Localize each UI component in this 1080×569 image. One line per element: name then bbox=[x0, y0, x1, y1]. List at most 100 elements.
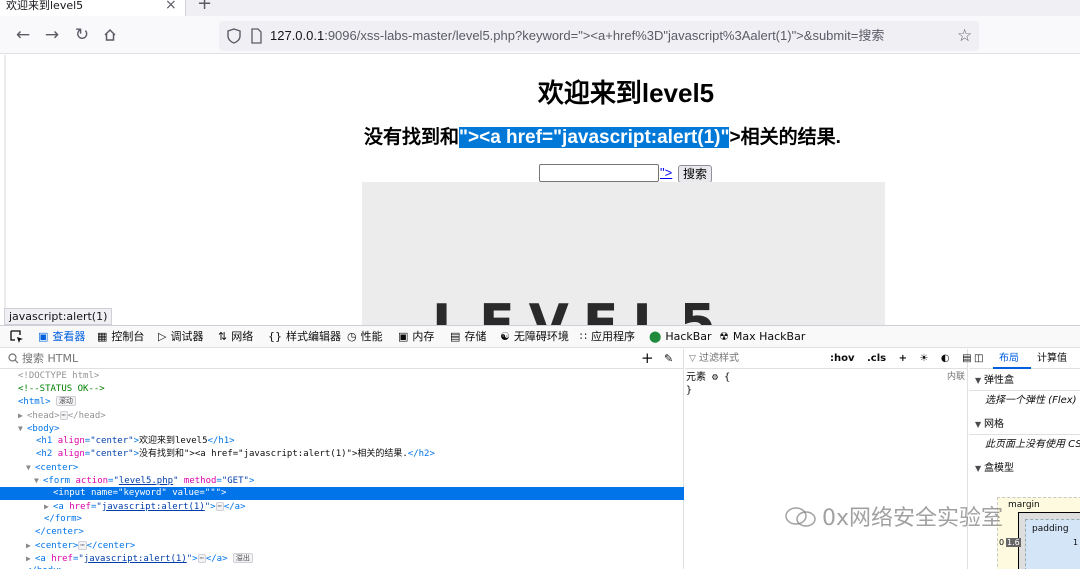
expand-triangle-icon[interactable]: ▶ bbox=[18, 409, 27, 422]
tab-max-hackbar[interactable]: ☢ Max HackBar bbox=[719, 328, 805, 346]
tab-storage[interactable]: ▤ 存储 bbox=[450, 328, 486, 346]
tree-row-form[interactable]: ▼ <form action="level5.php" method="GET"> bbox=[0, 474, 684, 487]
add-node-icon[interactable]: + bbox=[641, 349, 654, 367]
tab-computed[interactable]: 计算值 bbox=[1037, 351, 1067, 367]
tree-row-anchor-2[interactable]: ▶ <a href="javascript:alert(1)"> ⋯ </a> 溢出 bbox=[0, 552, 684, 565]
cls-toggle[interactable]: .cls bbox=[867, 353, 886, 364]
doctype-text: <!DOCTYPE html> bbox=[18, 371, 100, 381]
overflow-badge[interactable]: 溢出 bbox=[232, 553, 253, 563]
home-icon[interactable] bbox=[100, 25, 120, 45]
input-name-value: keyword bbox=[123, 488, 162, 498]
tree-row-comment[interactable]: <!--STATUS OK--> bbox=[0, 383, 684, 396]
html-search-placeholder: 搜索 HTML bbox=[22, 352, 79, 365]
tree-row-html[interactable]: <html> 滚动 bbox=[0, 396, 684, 409]
box-border: border padding bbox=[1018, 512, 1080, 569]
rules-filter-bar[interactable]: ▽ 过滤样式 :hov .cls + ☀ ◐ ▤ bbox=[685, 349, 972, 369]
scroll-badge[interactable]: 滚动 bbox=[55, 396, 76, 406]
collapse-triangle-icon[interactable]: ▼ bbox=[26, 461, 35, 474]
bookmark-star-icon[interactable]: ☆ bbox=[957, 26, 972, 46]
collapse-triangle-icon[interactable]: ▼ bbox=[975, 415, 984, 435]
dark-theme-icon[interactable]: ◐ bbox=[941, 353, 950, 364]
tree-row-h2[interactable]: <h2 align="center">没有找到和"><a href="javas… bbox=[0, 448, 684, 461]
tree-row-head[interactable]: ▶ <head> ⋯ </head> bbox=[0, 409, 684, 422]
light-theme-icon[interactable]: ☀ bbox=[919, 353, 928, 364]
search-submit-button[interactable]: 搜索 bbox=[678, 165, 713, 183]
keyword-input[interactable] bbox=[539, 164, 659, 182]
tree-row-center[interactable]: ▼ <center> bbox=[0, 461, 684, 474]
new-tab-icon[interactable]: + bbox=[197, 0, 212, 13]
collapsed-ellipsis[interactable]: ⋯ bbox=[215, 502, 224, 511]
sidebar-layout-icon[interactable]: ◫ bbox=[974, 351, 983, 367]
flexbox-section-header[interactable]: ▼ 弹性盒 bbox=[969, 371, 1080, 391]
tab-layout[interactable]: 布局 bbox=[999, 351, 1019, 367]
box-border-left-value[interactable]: 1.6 bbox=[1006, 538, 1021, 547]
tab-hackbar[interactable]: ⬤ HackBar bbox=[649, 328, 712, 346]
reload-icon[interactable]: ↻ bbox=[72, 25, 92, 45]
add-rule-icon[interactable]: + bbox=[899, 353, 907, 364]
tree-row-body[interactable]: ▼ <body> bbox=[0, 422, 684, 435]
tree-row-doctype[interactable]: <!DOCTYPE html> bbox=[0, 370, 684, 383]
collapsed-ellipsis[interactable]: ⋯ bbox=[59, 411, 68, 420]
web-page: 欢迎来到level5 没有找到和"><a href="javascript:al… bbox=[4, 55, 1080, 325]
tab-debugger[interactable]: ▷ 调试器 bbox=[158, 328, 203, 346]
tree-row-center-2[interactable]: ▶ <center> ⋯ </center> bbox=[0, 539, 684, 552]
level-banner-image: LEVEL5 bbox=[362, 182, 885, 325]
form-action-link[interactable]: level5.php bbox=[119, 476, 173, 486]
shield-icon[interactable] bbox=[227, 28, 241, 44]
element-rule[interactable]: 元素 ⚙ { bbox=[686, 371, 730, 384]
close-tab-icon[interactable]: × bbox=[165, 0, 177, 12]
boxmodel-section-header[interactable]: ▼ 盒模型 bbox=[969, 459, 1080, 479]
flexbox-note: 选择一个弹性 (Flex) bbox=[985, 395, 1077, 406]
collapse-triangle-icon[interactable]: ▼ bbox=[975, 371, 984, 391]
eyedropper-icon[interactable]: ✎ bbox=[664, 352, 673, 365]
tree-row-h1[interactable]: <h1 align="center">欢迎来到level5</h1> bbox=[0, 435, 684, 448]
tree-row-input-selected[interactable]: <input name="keyword" value="""> bbox=[0, 487, 684, 500]
anchor-href-link[interactable]: javascript:alert(1) bbox=[102, 502, 205, 512]
tree-row-anchor[interactable]: ▶ <a href="javascript:alert(1)"> ⋯ </a> bbox=[0, 500, 684, 513]
filter-styles-placeholder: 过滤样式 bbox=[699, 353, 739, 364]
address-bar[interactable]: 127.0.0.1:9096/xss-labs-master/level5.ph… bbox=[219, 21, 979, 51]
tab-performance[interactable]: ◷ 性能 bbox=[347, 328, 383, 346]
tab-application[interactable]: ∷ 应用程序 bbox=[580, 328, 635, 346]
page-info-icon[interactable] bbox=[249, 28, 263, 44]
comment-text: <!--STATUS OK--> bbox=[18, 384, 105, 394]
grid-title: 网格 bbox=[984, 419, 1004, 430]
tree-row-body-close[interactable]: </body> bbox=[0, 565, 684, 569]
collapse-triangle-icon[interactable]: ▼ bbox=[975, 459, 984, 479]
tab-bar: 欢迎来到level5 × + bbox=[0, 0, 1080, 16]
url-text[interactable]: 127.0.0.1:9096/xss-labs-master/level5.ph… bbox=[270, 28, 884, 44]
browser-tab[interactable]: 欢迎来到level5 × bbox=[0, 0, 186, 16]
collapsed-ellipsis[interactable]: ⋯ bbox=[197, 554, 206, 563]
tree-row-form-close[interactable]: </form> bbox=[0, 513, 684, 526]
forward-arrow-icon[interactable]: → bbox=[42, 25, 62, 45]
tree-row-center-close[interactable]: </center> bbox=[0, 526, 684, 539]
tab-label: 无障碍环境 bbox=[513, 330, 569, 343]
expand-triangle-icon[interactable]: ▶ bbox=[26, 539, 35, 552]
anchor-href-link[interactable]: javascript:alert(1) bbox=[84, 554, 187, 564]
tab-network[interactable]: ⇅ 网络 bbox=[218, 328, 253, 346]
tab-console[interactable]: ▦ 控制台 bbox=[97, 328, 144, 346]
debugger-icon: ▷ bbox=[158, 330, 167, 343]
html-search-bar[interactable]: 搜索 HTML + ✎ bbox=[0, 349, 684, 369]
box-margin-left-value[interactable]: 0 bbox=[999, 538, 1004, 547]
gear-icon[interactable]: ⚙ bbox=[712, 372, 718, 383]
tab-accessibility[interactable]: ☯ 无障碍环境 bbox=[500, 328, 569, 346]
link-status-tooltip: javascript:alert(1) bbox=[4, 308, 113, 325]
expand-triangle-icon[interactable]: ▶ bbox=[26, 552, 35, 565]
element-picker-icon[interactable] bbox=[10, 330, 24, 344]
collapse-triangle-icon[interactable]: ▼ bbox=[34, 474, 43, 487]
box-padding-label: padding bbox=[1032, 524, 1069, 534]
tab-memory[interactable]: ▣ 内存 bbox=[398, 328, 434, 346]
h2-node-text: 没有找到和"><a href="javascript:alert(1)">相关的… bbox=[138, 449, 408, 459]
injected-link[interactable]: "> bbox=[660, 165, 672, 180]
tab-inspector[interactable]: ▣ 查看器 bbox=[38, 328, 85, 346]
collapse-triangle-icon[interactable]: ▼ bbox=[18, 422, 27, 435]
grid-section-header[interactable]: ▼ 网格 bbox=[969, 415, 1080, 435]
box-padding-right-value[interactable]: 1 bbox=[1073, 538, 1078, 547]
expand-triangle-icon[interactable]: ▶ bbox=[44, 500, 53, 513]
tab-style-editor[interactable]: {} 样式编辑器 bbox=[268, 328, 341, 346]
collapsed-ellipsis[interactable]: ⋯ bbox=[78, 541, 87, 550]
back-arrow-icon[interactable]: ← bbox=[13, 25, 33, 45]
hov-toggle[interactable]: :hov bbox=[830, 353, 855, 364]
tab-label: 查看器 bbox=[52, 330, 86, 343]
